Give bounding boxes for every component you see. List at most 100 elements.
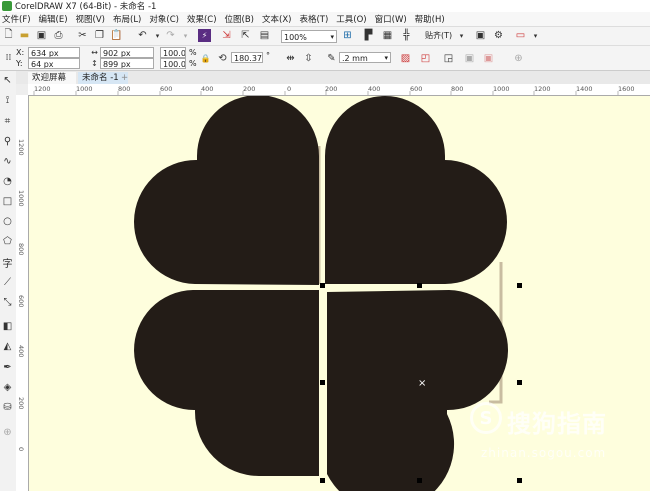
vertical-ruler[interactable]: 1200 1000 800 600 400 200 0 [16,95,29,491]
menu-edit[interactable]: 编辑(E) [37,13,74,25]
shape-tool-icon[interactable]: ⟟ [1,94,14,107]
menu-object[interactable]: 对象(C) [147,13,185,25]
publish-pdf-icon[interactable]: ▤ [258,29,271,42]
selection-handle[interactable] [417,478,422,483]
width-input[interactable]: 902 px [100,47,154,58]
open-icon[interactable]: ▬ [18,29,31,42]
save-icon[interactable]: ▣ [35,29,48,42]
rectangle-tool-icon[interactable]: □ [1,195,14,208]
smart-fill-bucket-icon[interactable]: ⛁ [1,401,14,414]
y-position-input[interactable]: 64 px [28,58,80,69]
add-tool-icon[interactable]: ⊕ [1,426,14,439]
outline-width-value: .2 mm [342,54,368,63]
cut-icon[interactable]: ✂ [76,29,89,42]
launcher-dropdown-icon[interactable]: ▾ [529,29,542,42]
application-launcher-icon[interactable]: ▭ [514,29,527,42]
menu-table[interactable]: 表格(T) [297,13,334,25]
tab-welcome-screen[interactable]: 欢迎屏幕 [28,72,76,84]
undo-dropdown-icon[interactable]: ▾ [151,29,164,42]
ruler-tick-label: 0 [17,447,25,452]
drawing-canvas[interactable]: × S 搜狗指南 zhinan.sogou.com [29,96,650,491]
ruler-tick-label: 600 [17,295,25,308]
ruler-tick-label: 1000 [17,190,25,207]
heart-top-right[interactable] [325,96,508,284]
text-tool-icon[interactable]: 字 [1,256,14,270]
smart-fill-icon[interactable]: ◔ [1,175,14,188]
zoom-level-select[interactable]: 100% ▾ [281,30,337,43]
heart-top-left[interactable] [134,96,319,285]
paste-icon[interactable]: 📋 [110,29,123,42]
new-icon[interactable]: 🗋 [2,29,15,42]
heart-bottom-right[interactable] [327,290,508,491]
print-icon[interactable]: ⎙ [52,29,65,42]
combine-icon[interactable]: ▣ [463,52,476,65]
zoom-tool-icon[interactable]: ⚲ [1,135,14,148]
interactive-fill-icon[interactable]: ◈ [1,381,14,394]
show-grid-icon[interactable]: ▦ [381,29,394,42]
connector-tool-icon[interactable]: ⤡ [1,296,14,309]
to-back-icon[interactable]: ◲ [442,52,455,65]
lock-ratio-icon[interactable]: 🔒 [199,52,212,65]
menu-file[interactable]: 文件(F) [0,13,37,25]
drop-shadow-icon[interactable]: ◧ [1,320,14,333]
import-icon[interactable]: ⇲ [220,29,233,42]
menu-view[interactable]: 视图(V) [74,13,111,25]
ruler-tick-label: 200 [17,397,25,410]
menu-text[interactable]: 文本(X) [260,13,297,25]
to-front-icon[interactable]: ◰ [419,52,432,65]
add-icon[interactable]: ⊕ [512,52,525,65]
toolbox: ↖ ⟟ ⌗ ⚲ ∿ ◔ □ ○ ⬠ 字 ⟋ ⤡ ◧ ◭ ✒ ◈ ⛁ ⊕ [0,71,17,491]
selection-handle[interactable] [320,283,325,288]
mirror-vertical-icon[interactable]: ⇳ [302,52,315,65]
scale-height-input[interactable]: 100.0 [160,58,186,69]
add-tab-button[interactable]: + [117,72,128,84]
undo-icon[interactable]: ↶ [136,29,149,42]
search-content-icon[interactable]: ⚡ [198,29,211,42]
selection-handle[interactable] [320,380,325,385]
menu-layout[interactable]: 布局(L) [111,13,147,25]
x-label: X: [16,48,25,57]
full-screen-icon[interactable]: ⊞ [341,29,354,42]
redo-dropdown-icon[interactable]: ▾ [179,29,192,42]
snap-dropdown-icon[interactable]: ▾ [455,29,468,42]
horizontal-ruler[interactable]: 1200 1000 800 600 400 200 0 200 400 600 … [28,84,650,96]
snap-to-menu[interactable]: 贴齐(T) [425,30,452,41]
options-icon[interactable]: ⚙ [492,29,505,42]
selection-handle[interactable] [320,478,325,483]
menu-bitmap[interactable]: 位图(B) [223,13,260,25]
clover-shape[interactable] [134,96,508,491]
redo-icon[interactable]: ↷ [164,29,177,42]
scale-width-input[interactable]: 100.0 [160,47,186,58]
outline-width-select[interactable]: .2 mm ▾ [339,52,391,63]
welcome-screen-icon[interactable]: ▣ [474,29,487,42]
heart-bottom-left[interactable] [134,290,319,476]
rotation-angle-input[interactable]: 180.377 [231,52,263,63]
break-apart-icon[interactable]: ▣ [482,52,495,65]
export-icon[interactable]: ⇱ [239,29,252,42]
pick-tool-icon[interactable]: ↖ [1,74,14,87]
transparency-icon[interactable]: ◭ [1,340,14,353]
x-position-input[interactable]: 634 px [28,47,80,58]
selection-handle[interactable] [517,478,522,483]
object-origin-icon[interactable]: ⁞⁞ [2,51,15,64]
menu-window[interactable]: 窗口(W) [373,13,413,25]
freehand-tool-icon[interactable]: ∿ [1,155,14,168]
polygon-tool-icon[interactable]: ⬠ [1,235,14,248]
crop-tool-icon[interactable]: ⌗ [1,115,14,128]
height-input[interactable]: 899 px [100,58,154,69]
wrap-text-icon[interactable]: ▨ [399,52,412,65]
show-guidelines-icon[interactable]: ╬ [400,29,413,42]
ellipse-tool-icon[interactable]: ○ [1,215,14,228]
copy-icon[interactable]: ❐ [93,29,106,42]
menu-tools[interactable]: 工具(O) [334,13,372,25]
selection-handle[interactable] [517,380,522,385]
selection-handle[interactable] [417,283,422,288]
color-eyedropper-icon[interactable]: ✒ [1,361,14,374]
parallel-dimension-icon[interactable]: ⟋ [1,276,14,289]
selection-handle[interactable] [517,283,522,288]
mirror-horizontal-icon[interactable]: ⇹ [284,52,297,65]
show-rulers-icon[interactable]: ▛ [362,29,375,42]
menu-help[interactable]: 帮助(H) [413,13,451,25]
zoom-level-value: 100% [284,33,307,42]
menu-effects[interactable]: 效果(C) [185,13,223,25]
